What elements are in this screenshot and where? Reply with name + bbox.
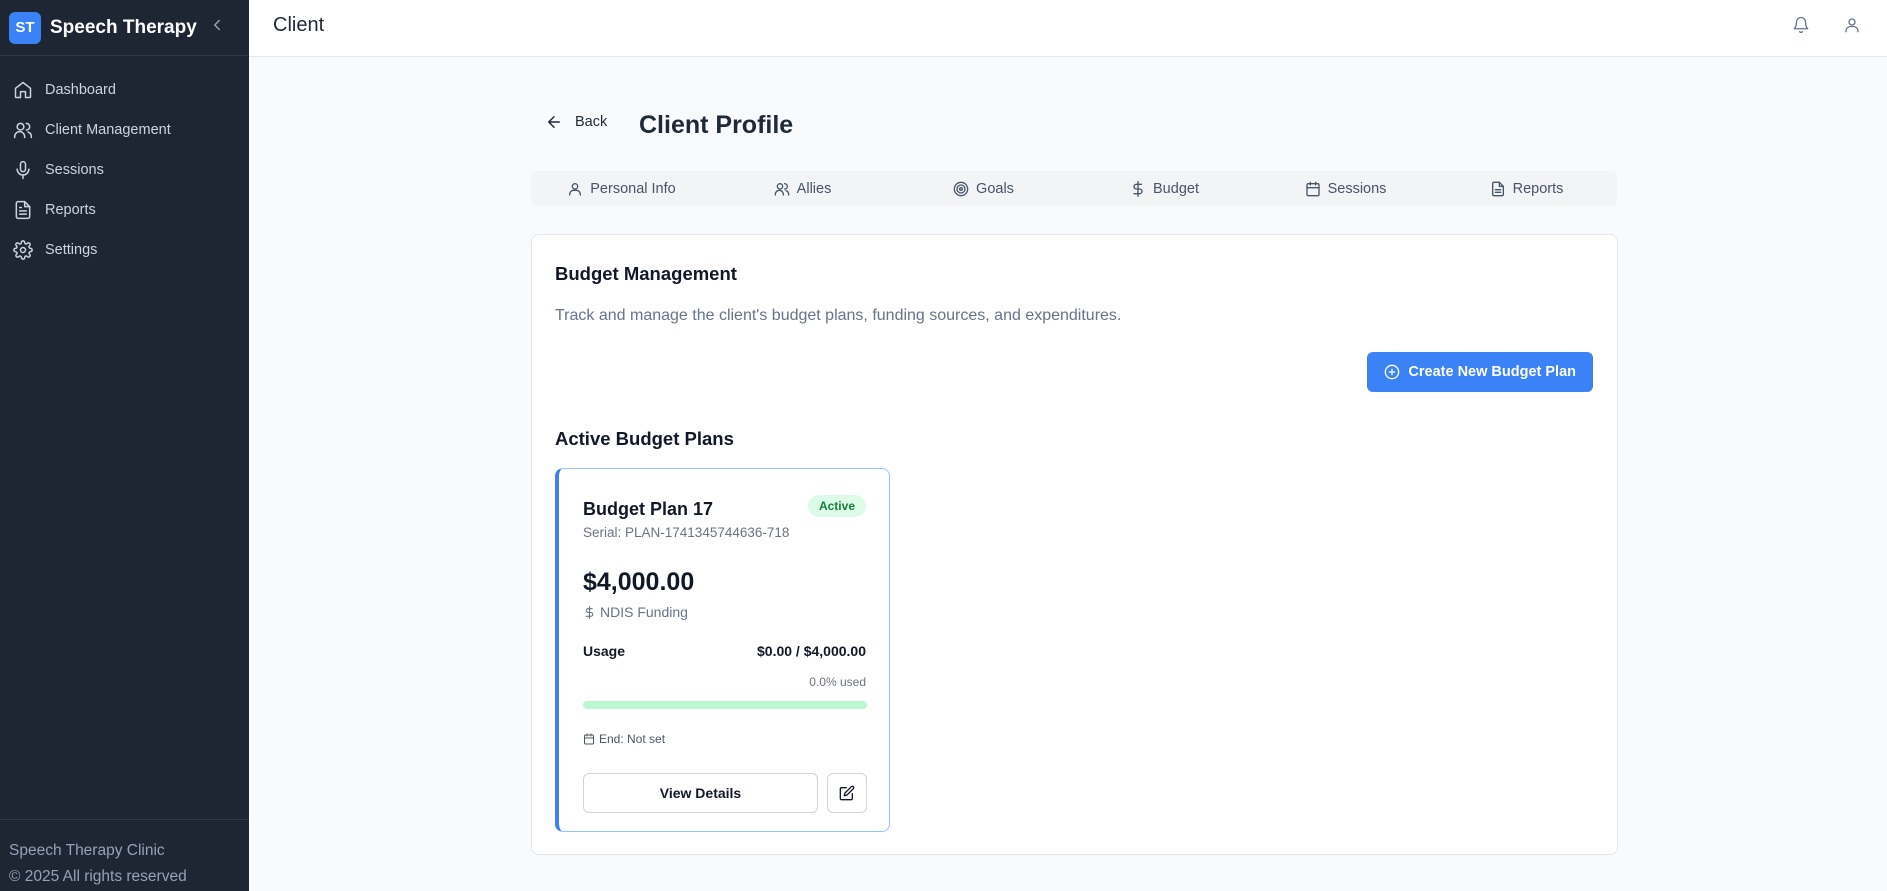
dollar-icon	[1130, 180, 1146, 197]
file-text-icon	[13, 200, 33, 220]
usage-percent: 0.0% used	[809, 675, 866, 689]
create-budget-plan-button[interactable]: Create New Budget Plan	[1367, 352, 1593, 392]
microphone-icon	[13, 160, 33, 180]
target-icon	[953, 181, 969, 197]
home-icon	[13, 80, 33, 100]
tab-label: Goals	[976, 180, 1014, 197]
sidebar-item-label: Reports	[45, 202, 96, 218]
chevron-left-icon[interactable]	[208, 16, 226, 34]
tab-budget[interactable]: Budget	[1074, 171, 1255, 206]
tab-personal-info[interactable]: Personal Info	[531, 171, 712, 206]
gear-icon	[13, 240, 33, 260]
sidebar-item-label: Dashboard	[45, 82, 116, 98]
plan-end-date: End: Not set	[583, 732, 665, 746]
budget-title: Budget Management	[555, 263, 737, 284]
edit-icon	[839, 785, 855, 801]
sidebar-item-label: Settings	[45, 242, 98, 258]
sidebar-item-client-management[interactable]: Client Management	[0, 110, 249, 150]
users-icon	[13, 120, 33, 140]
arrow-left-icon	[545, 113, 563, 131]
sidebar-item-sessions[interactable]: Sessions	[0, 150, 249, 190]
app-brand: Speech Therapy	[50, 16, 197, 38]
tab-label: Sessions	[1327, 180, 1387, 197]
usage-label: Usage	[583, 643, 626, 659]
sidebar: ST Speech Therapy Dashboard Client Manag…	[0, 0, 249, 891]
end-date-label: End: Not set	[599, 732, 666, 746]
user-icon[interactable]	[1843, 16, 1861, 34]
budget-management-card: Budget Management Track and manage the c…	[531, 234, 1618, 855]
sidebar-item-settings[interactable]: Settings	[0, 230, 249, 270]
tab-label: Reports	[1512, 180, 1564, 197]
profile-tabs: Personal Info Allies Goals Budget Sessio…	[531, 171, 1617, 206]
sidebar-item-label: Client Management	[45, 122, 171, 138]
tab-goals[interactable]: Goals	[893, 171, 1074, 206]
topbar: Client	[249, 0, 1887, 57]
copyright: © 2025 All rights reserved	[9, 868, 187, 885]
status-badge: Active	[807, 495, 866, 517]
plan-name: Budget Plan 17	[583, 499, 714, 519]
calendar-icon	[1305, 181, 1321, 197]
sidebar-header: ST Speech Therapy	[0, 0, 249, 56]
funding-source: NDIS Funding	[583, 604, 688, 620]
usage-progress-bar	[583, 701, 867, 709]
plan-serial: Serial: PLAN-1741345744636-718	[583, 525, 790, 540]
back-button[interactable]: Back	[545, 113, 607, 131]
tab-sessions[interactable]: Sessions	[1255, 171, 1436, 206]
tab-allies[interactable]: Allies	[712, 171, 893, 206]
sidebar-nav: Dashboard Client Management Sessions Rep…	[0, 70, 249, 270]
sidebar-item-dashboard[interactable]: Dashboard	[0, 70, 249, 110]
create-button-label: Create New Budget Plan	[1408, 364, 1576, 380]
plus-circle-icon	[1384, 364, 1400, 380]
topbar-title: Client	[273, 14, 325, 36]
tab-reports[interactable]: Reports	[1436, 171, 1617, 206]
funding-label: NDIS Funding	[600, 604, 688, 620]
edit-plan-button[interactable]	[827, 773, 867, 813]
back-label: Back	[575, 114, 608, 130]
bell-icon[interactable]	[1792, 16, 1810, 34]
tab-label: Allies	[796, 180, 832, 197]
plan-amount: $4,000.00	[583, 568, 695, 596]
budget-plan-card[interactable]: Budget Plan 17 Active Serial: PLAN-17413…	[555, 468, 890, 832]
sidebar-footer: Speech Therapy Clinic © 2025 All rights …	[0, 819, 249, 891]
clinic-name: Speech Therapy Clinic	[9, 842, 165, 859]
dollar-icon	[583, 605, 596, 619]
file-text-icon	[1490, 181, 1506, 197]
tab-label: Budget	[1153, 180, 1199, 197]
budget-description: Track and manage the client's budget pla…	[555, 307, 1122, 324]
app-logo: ST	[9, 11, 41, 44]
sidebar-item-label: Sessions	[45, 162, 104, 178]
users-icon	[774, 181, 790, 197]
page-title: Client Profile	[639, 111, 794, 139]
usage-value: $0.00 / $4,000.00	[757, 643, 866, 659]
calendar-icon	[583, 733, 595, 745]
tab-label: Personal Info	[590, 180, 676, 197]
active-plans-title: Active Budget Plans	[555, 428, 734, 449]
sidebar-item-reports[interactable]: Reports	[0, 190, 249, 230]
user-icon	[567, 181, 583, 197]
view-details-button[interactable]: View Details	[583, 773, 818, 813]
